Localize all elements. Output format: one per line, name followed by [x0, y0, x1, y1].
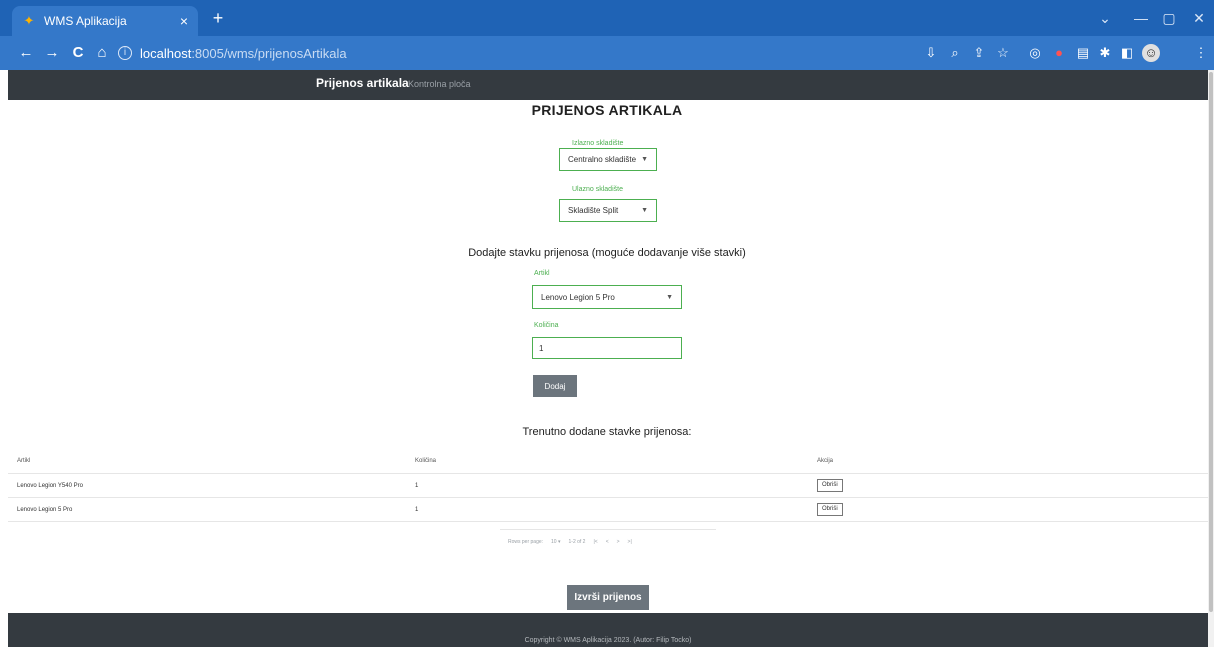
cell-artikl: Lenovo Legion 5 Pro	[17, 507, 73, 513]
quantity-input[interactable]: 1	[532, 337, 682, 359]
execute-transfer-button[interactable]: Izvrši prijenos	[567, 585, 649, 610]
footer-copyright: Copyright © WMS Aplikacija 2023. (Autor:…	[524, 637, 692, 644]
footer: Copyright © WMS Aplikacija 2023. (Autor:…	[8, 613, 1208, 647]
delete-row-button[interactable]: Obriši	[817, 479, 843, 492]
pagination-range: 1-2 of 2	[568, 538, 586, 545]
forward-button[interactable]: →	[42, 43, 62, 63]
source-warehouse-select[interactable]: Centralno skladište ▼	[559, 148, 657, 171]
extension-fire-icon[interactable]: ●	[1050, 44, 1068, 62]
quantity-value: 1	[539, 343, 544, 353]
article-label: Artikl	[534, 270, 550, 277]
extension-target-icon[interactable]: ◎	[1026, 44, 1044, 62]
close-window-button[interactable]: ✕	[1186, 8, 1212, 28]
tab-search-icon[interactable]: ⌄	[1092, 8, 1118, 28]
page-scrollbar[interactable]	[1208, 70, 1214, 647]
table-row: Lenovo Legion 5 Pro 1 Obriši	[8, 497, 1208, 521]
column-header-kolicina[interactable]: Količina	[415, 458, 436, 464]
destination-warehouse-value: Skladište Split	[568, 206, 619, 215]
extension-page-icon[interactable]: ▤	[1074, 44, 1092, 62]
quantity-label: Količina	[534, 322, 559, 329]
rows-per-page-value: 10	[551, 538, 557, 545]
share-icon[interactable]: ⇪	[970, 44, 988, 62]
new-tab-button[interactable]: +	[208, 8, 228, 28]
reload-button[interactable]: C	[68, 43, 88, 63]
first-page-icon[interactable]: |<	[593, 539, 597, 545]
rows-per-page-label: Rows per page:	[508, 538, 544, 545]
site-info-icon[interactable]: i	[118, 46, 132, 60]
app-favicon-icon: ✦	[23, 13, 35, 28]
delete-row-button[interactable]: Obriši	[817, 503, 843, 516]
home-button[interactable]: ⌂	[92, 43, 112, 63]
column-header-akcija: Akcija	[817, 458, 834, 464]
article-select[interactable]: Lenovo Legion 5 Pro ▼	[532, 285, 682, 309]
scrollbar-thumb[interactable]	[1209, 72, 1213, 612]
rows-per-page-select[interactable]: 10 ▾	[551, 539, 560, 545]
bookmark-star-icon[interactable]: ☆	[994, 44, 1012, 62]
minimize-button[interactable]: —	[1128, 8, 1154, 28]
current-items-heading: Trenutno dodane stavke prijenosa:	[522, 426, 692, 438]
url-host: localhost	[140, 45, 192, 61]
next-page-icon[interactable]: >	[617, 539, 620, 545]
chevron-down-icon: ▾	[557, 538, 561, 545]
column-header-artikl[interactable]: Artikl	[17, 458, 30, 464]
table-row: Lenovo Legion Y540 Pro 1 Obriši	[8, 473, 1208, 497]
navbar-brand[interactable]: Prijenos artikala	[316, 76, 409, 90]
page-title: PRIJENOS ARTIKALA	[531, 102, 683, 118]
cell-kolicina: 1	[415, 507, 419, 513]
browser-tab[interactable]: ✦ WMS Aplikacija ×	[12, 6, 198, 36]
add-item-button[interactable]: Dodaj	[533, 375, 577, 397]
address-bar[interactable]: i localhost:8005/wms/prijenosArtikala	[118, 42, 908, 64]
app-navbar: Prijenos artikala Kontrolna ploča	[8, 70, 1208, 100]
previous-page-icon[interactable]: <	[606, 539, 609, 545]
zoom-icon[interactable]: ⌕	[946, 44, 964, 62]
last-page-icon[interactable]: >|	[628, 539, 632, 545]
browser-tab-bar: ✦ WMS Aplikacija × + ⌄ — ▢ ✕	[0, 0, 1214, 36]
cell-artikl: Lenovo Legion Y540 Pro	[17, 483, 83, 489]
source-warehouse-value: Centralno skladište	[568, 155, 637, 164]
side-panel-icon[interactable]: ◧	[1118, 44, 1136, 62]
add-item-heading: Dodajte stavku prijenosa (moguće dodavan…	[468, 247, 746, 259]
extensions-puzzle-icon[interactable]: ✱	[1096, 44, 1114, 62]
chevron-down-icon: ▼	[641, 207, 648, 214]
cell-kolicina: 1	[415, 483, 419, 489]
profile-avatar-icon[interactable]: ☺	[1142, 44, 1160, 62]
restore-button[interactable]: ▢	[1156, 8, 1182, 28]
chevron-down-icon: ▼	[641, 156, 648, 163]
tab-title: WMS Aplikacija	[44, 14, 127, 28]
destination-warehouse-label: Ulazno skladište	[572, 186, 623, 193]
install-app-icon[interactable]: ⇩	[922, 44, 940, 62]
back-button[interactable]: ←	[16, 43, 36, 63]
destination-warehouse-select[interactable]: Skladište Split ▼	[559, 199, 657, 222]
tab-close-icon[interactable]: ×	[180, 14, 188, 28]
nav-link-dashboard[interactable]: Kontrolna ploča	[408, 79, 471, 89]
chevron-down-icon: ▼	[666, 293, 673, 301]
url-path: :8005/wms/prijenosArtikala	[191, 45, 347, 61]
source-warehouse-label: Izlazno skladište	[572, 140, 624, 147]
browser-menu-icon[interactable]: ⋮	[1192, 44, 1210, 62]
table-bottom-divider	[8, 521, 1208, 522]
pagination: Rows per page: 10 ▾ 1-2 of 2 |< < > >|	[500, 529, 716, 553]
article-value: Lenovo Legion 5 Pro	[541, 292, 615, 302]
browser-toolbar: ← → C ⌂ i localhost:8005/wms/prijenosArt…	[0, 36, 1214, 70]
